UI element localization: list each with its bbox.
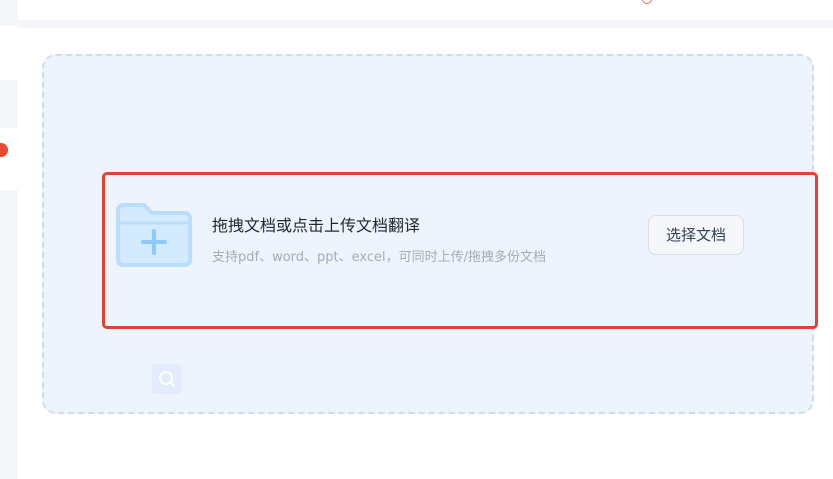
upload-card[interactable]: 拖拽文档或点击上传文档翻译 支持pdf、word、ppt、excel，可同时上传… bbox=[102, 172, 818, 329]
search-icon bbox=[159, 371, 175, 387]
upload-subtitle: 支持pdf、word、ppt、excel，可同时上传/拖拽多份文档 bbox=[212, 250, 547, 265]
page: 拖拽文档或点击上传文档翻译 支持pdf、word、ppt、excel，可同时上传… bbox=[0, 0, 833, 479]
upload-dropzone[interactable]: 拖拽文档或点击上传文档翻译 支持pdf、word、ppt、excel，可同时上传… bbox=[42, 54, 818, 414]
select-document-button[interactable]: 选择文档 bbox=[648, 215, 744, 255]
sidebar-item[interactable] bbox=[0, 26, 18, 80]
search-button[interactable] bbox=[152, 364, 182, 394]
top-indicator-icon bbox=[642, 0, 652, 4]
sidebar-item-active[interactable] bbox=[0, 128, 18, 190]
left-sidebar bbox=[0, 0, 18, 479]
folder-add-icon bbox=[116, 203, 192, 267]
upload-title: 拖拽文档或点击上传文档翻译 bbox=[212, 216, 421, 235]
main-panel: 拖拽文档或点击上传文档翻译 支持pdf、word、ppt、excel，可同时上传… bbox=[18, 28, 833, 479]
top-bar bbox=[18, 0, 833, 20]
